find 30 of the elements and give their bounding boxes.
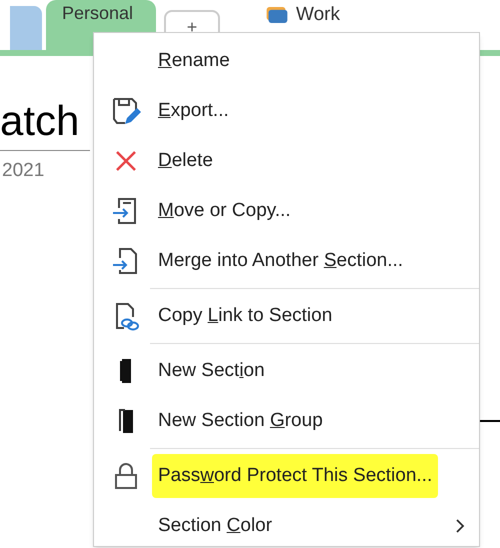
menu-item-label: Delete (158, 148, 213, 173)
menu-item-label: Move or Copy... (158, 198, 291, 223)
menu-item-label: New Section Group (158, 408, 323, 433)
menu-item-label: Copy Link to Section (158, 304, 332, 328)
menu-item[interactable]: Copy Link to Section (94, 291, 479, 341)
menu-item-label: New Section (158, 358, 265, 383)
menu-item-label: Rename (158, 48, 230, 73)
close-icon (114, 149, 138, 173)
save-pencil-icon (111, 96, 141, 126)
menu-item-label: Export... (158, 98, 229, 123)
menu-item[interactable]: New Section Group (94, 396, 479, 446)
menu-item[interactable]: Section Color (94, 501, 479, 548)
notebook-name[interactable]: Work (296, 4, 340, 26)
menu-item[interactable]: Move or Copy... (94, 186, 479, 236)
section-tab-icon (118, 357, 134, 385)
section-tab[interactable] (10, 6, 42, 50)
page-title: atch (0, 98, 90, 151)
lock-icon (114, 462, 138, 490)
page-date: 2021 (1, 159, 46, 183)
section-group-icon (116, 407, 136, 435)
menu-item[interactable]: Password Protect This Section... (94, 451, 479, 501)
menu-item[interactable]: New Section (94, 346, 479, 396)
menu-item-label: Section Color (158, 514, 272, 538)
menu-item-label: Password Protect This Section... (152, 454, 438, 498)
menu-item[interactable]: Delete (94, 136, 479, 186)
menu-item[interactable]: Export... (94, 86, 479, 136)
notebook-icon (266, 7, 288, 23)
page-arrow-icon (112, 246, 140, 276)
menu-item-label: Merge into Another Section... (158, 248, 404, 273)
menu-item[interactable]: Merge into Another Section... (94, 236, 479, 286)
